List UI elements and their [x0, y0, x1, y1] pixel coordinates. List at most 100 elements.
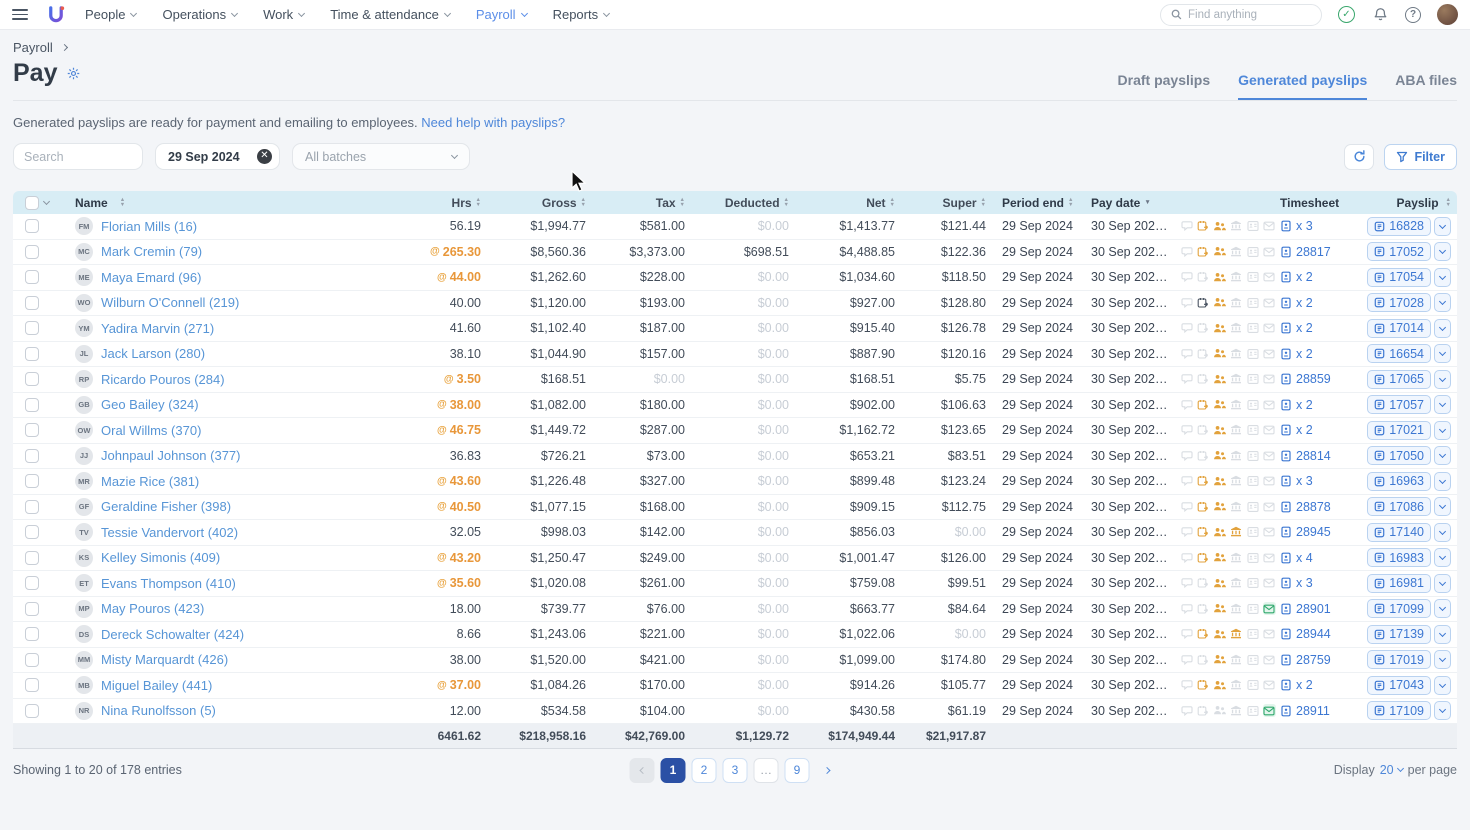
employee-link[interactable]: Ricardo Pouros (284)	[101, 372, 225, 387]
nav-reports[interactable]: Reports	[553, 7, 610, 22]
payslip-button[interactable]: 17021	[1367, 421, 1431, 440]
tab-aba-files[interactable]: ABA files	[1395, 72, 1457, 100]
payslip-dropdown[interactable]	[1434, 472, 1451, 491]
timesheet-cell[interactable]: 28859	[1280, 372, 1352, 386]
batches-select[interactable]: All batches	[292, 143, 470, 170]
bank-icon[interactable]	[1230, 449, 1243, 462]
timesheet-cell[interactable]: x 3	[1280, 474, 1352, 488]
schedule-icon[interactable]	[1197, 679, 1210, 692]
comment-icon[interactable]	[1180, 551, 1193, 564]
employee-card-icon[interactable]	[1246, 475, 1259, 488]
column-pay-date[interactable]: Pay date▼	[1086, 196, 1174, 210]
payslip-button[interactable]: 17099	[1367, 599, 1431, 618]
clear-date-icon[interactable]: ✕	[257, 149, 272, 164]
refresh-button[interactable]	[1344, 144, 1374, 170]
timesheet-cell[interactable]: 28759	[1280, 653, 1352, 667]
employee-link[interactable]: Geo Bailey (324)	[101, 397, 199, 412]
payslip-dropdown[interactable]	[1434, 395, 1451, 414]
nav-work[interactable]: Work	[263, 7, 304, 22]
payslip-button[interactable]: 16828	[1367, 217, 1431, 236]
row-checkbox[interactable]	[25, 270, 39, 284]
employee-link[interactable]: Evans Thompson (410)	[101, 576, 236, 591]
nav-operations[interactable]: Operations	[162, 7, 237, 22]
page-button-…[interactable]: …	[754, 758, 779, 783]
schedule-icon[interactable]	[1197, 322, 1210, 335]
payslip-button[interactable]: 17140	[1367, 523, 1431, 542]
comment-icon[interactable]	[1180, 653, 1193, 666]
comment-icon[interactable]	[1180, 602, 1193, 615]
previous-page-button[interactable]	[630, 758, 655, 783]
column-tax[interactable]: Tax▲▼	[586, 196, 685, 210]
comment-icon[interactable]	[1180, 577, 1193, 590]
comment-icon[interactable]	[1180, 679, 1193, 692]
comment-icon[interactable]	[1180, 398, 1193, 411]
employee-link[interactable]: Kelley Simonis (409)	[101, 550, 220, 565]
timesheet-cell[interactable]: x 4	[1280, 551, 1352, 565]
employee-card-icon[interactable]	[1246, 551, 1259, 564]
payslip-button[interactable]: 16981	[1367, 574, 1431, 593]
timesheet-cell[interactable]: x 2	[1280, 423, 1352, 437]
employee-card-icon[interactable]	[1246, 322, 1259, 335]
timesheet-cell[interactable]: 28814	[1280, 449, 1352, 463]
bank-icon[interactable]	[1230, 679, 1243, 692]
bank-icon[interactable]	[1230, 704, 1243, 717]
bank-icon[interactable]	[1230, 220, 1243, 233]
payslip-dropdown[interactable]	[1434, 293, 1451, 312]
employee-link[interactable]: Tessie Vandervort (402)	[101, 525, 238, 540]
next-page-button[interactable]	[816, 758, 841, 783]
row-checkbox[interactable]	[25, 704, 39, 718]
payslip-button[interactable]: 17086	[1367, 497, 1431, 516]
column-name[interactable]: Name▲▼	[65, 196, 391, 210]
employee-link[interactable]: Nina Runolfsson (5)	[101, 703, 216, 718]
team-icon[interactable]	[1213, 602, 1226, 615]
payslip-dropdown[interactable]	[1434, 497, 1451, 516]
schedule-icon[interactable]	[1197, 373, 1210, 386]
bank-icon[interactable]	[1230, 271, 1243, 284]
comment-icon[interactable]	[1180, 449, 1193, 462]
bank-icon[interactable]	[1230, 245, 1243, 258]
email-icon[interactable]	[1263, 347, 1276, 360]
bank-icon[interactable]	[1230, 577, 1243, 590]
payslip-button[interactable]: 17054	[1367, 268, 1431, 287]
employee-link[interactable]: Florian Mills (16)	[101, 219, 197, 234]
help-icon[interactable]: ?	[1405, 7, 1421, 23]
comment-icon[interactable]	[1180, 424, 1193, 437]
payslip-button[interactable]: 17139	[1367, 625, 1431, 644]
email-icon[interactable]	[1263, 475, 1276, 488]
bank-icon[interactable]	[1230, 347, 1243, 360]
team-icon[interactable]	[1213, 628, 1226, 641]
team-icon[interactable]	[1213, 296, 1226, 309]
schedule-icon[interactable]	[1197, 245, 1210, 258]
employee-link[interactable]: Johnpaul Johnson (377)	[101, 448, 241, 463]
row-checkbox[interactable]	[25, 423, 39, 437]
global-search-input[interactable]	[1188, 9, 1298, 21]
employee-link[interactable]: Jack Larson (280)	[101, 346, 205, 361]
payslip-dropdown[interactable]	[1434, 344, 1451, 363]
email-icon[interactable]	[1263, 577, 1276, 590]
email-icon[interactable]	[1263, 449, 1276, 462]
comment-icon[interactable]	[1180, 475, 1193, 488]
team-icon[interactable]	[1213, 449, 1226, 462]
employee-card-icon[interactable]	[1246, 679, 1259, 692]
team-icon[interactable]	[1213, 500, 1226, 513]
bank-icon[interactable]	[1230, 373, 1243, 386]
row-checkbox[interactable]	[25, 602, 39, 616]
column-net[interactable]: Net▲▼	[789, 196, 895, 210]
schedule-icon[interactable]	[1197, 347, 1210, 360]
team-icon[interactable]	[1213, 322, 1226, 335]
payslip-dropdown[interactable]	[1434, 701, 1451, 720]
email-icon[interactable]	[1263, 526, 1276, 539]
payslip-button[interactable]: 17028	[1367, 293, 1431, 312]
payslip-button[interactable]: 17109	[1367, 701, 1431, 720]
email-icon[interactable]	[1263, 628, 1276, 641]
row-checkbox[interactable]	[25, 245, 39, 259]
select-options-chevron-icon[interactable]	[43, 197, 50, 204]
hamburger-menu-icon[interactable]	[12, 9, 28, 20]
timesheet-cell[interactable]: x 2	[1280, 347, 1352, 361]
timesheet-cell[interactable]: 28878	[1280, 500, 1352, 514]
payslip-button[interactable]: 17050	[1367, 446, 1431, 465]
schedule-icon[interactable]	[1197, 296, 1210, 309]
comment-icon[interactable]	[1180, 526, 1193, 539]
bank-icon[interactable]	[1230, 424, 1243, 437]
schedule-icon[interactable]	[1197, 220, 1210, 233]
